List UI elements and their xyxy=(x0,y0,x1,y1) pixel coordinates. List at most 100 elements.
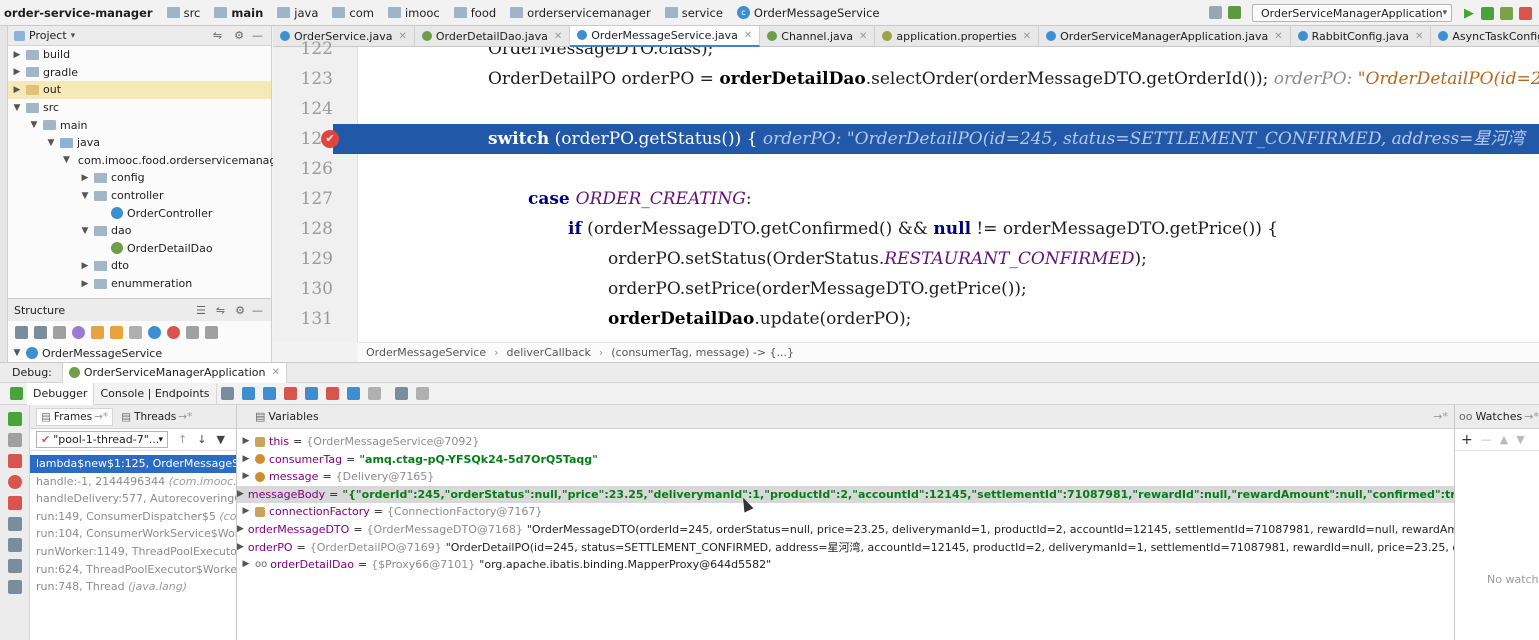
sort-alpha-icon[interactable] xyxy=(15,325,28,339)
drop-frame-icon[interactable] xyxy=(325,387,339,400)
expand-icon[interactable]: ⇋ xyxy=(216,304,225,317)
left-tool-window-strip[interactable] xyxy=(0,26,8,364)
variable-row[interactable]: ▶ orderMessageDTO = {OrderMessageDTO@7168} "… xyxy=(237,521,1454,539)
stack-frame[interactable]: lambda$new$1:125, OrderMessageService xyxy=(30,455,236,473)
show-fields-icon[interactable] xyxy=(91,325,104,339)
minimize-icon[interactable]: — xyxy=(252,304,263,317)
chevron-right-icon[interactable]: ▶ xyxy=(12,50,22,60)
chevron-down-icon[interactable]: ▾ xyxy=(71,31,76,41)
stop-icon[interactable] xyxy=(1519,7,1532,20)
threads-tab[interactable]: ▤ Threads →* xyxy=(117,408,196,426)
editor-tab[interactable]: AsyncTaskConfig.java✕ xyxy=(1431,26,1539,47)
tab-console-endpoints[interactable]: Console | Endpoints xyxy=(94,382,217,405)
stack-frame[interactable]: handle:-1, 2144496344 (com.imooc.food. xyxy=(30,473,236,491)
arrow-down-icon[interactable]: ↓ xyxy=(197,433,206,446)
minimize-icon[interactable]: — xyxy=(252,29,263,42)
breadcrumb-item[interactable]: orderservicemanager xyxy=(506,0,655,26)
filter-icon[interactable] xyxy=(129,325,142,339)
close-icon[interactable]: ✕ xyxy=(554,31,562,42)
chevron-right-icon[interactable]: ▶ xyxy=(237,433,255,451)
variable-row[interactable]: ▶ oo orderDetailDao = {$Proxy66@7101} "org.ap… xyxy=(237,556,1454,574)
chevron-down-icon[interactable]: ▼ xyxy=(80,191,90,201)
chevron-down-icon[interactable]: ▼ xyxy=(12,103,22,113)
code-breadcrumb-item[interactable]: OrderMessageService xyxy=(366,346,486,359)
run-icon[interactable]: ▶ xyxy=(1464,6,1474,21)
editor-tab[interactable]: OrderServiceManagerApplication.java ✕ xyxy=(1039,25,1291,47)
chevron-down-icon[interactable]: ▼ xyxy=(80,226,90,236)
expand-all-icon[interactable] xyxy=(186,325,199,339)
stack-frame[interactable]: handleDelivery:577, AutorecoveringChann xyxy=(30,490,236,508)
project-panel-title[interactable]: Project xyxy=(29,29,67,42)
code-line[interactable]: orderPO.setStatus(OrderStatus.RESTAURANT… xyxy=(358,244,1539,274)
close-icon[interactable]: ✕ xyxy=(1274,31,1282,42)
tree-item[interactable]: OrderController xyxy=(8,204,271,222)
chevron-right-icon[interactable]: ▶ xyxy=(237,521,244,539)
chevron-down-icon[interactable]: ▼ xyxy=(46,138,56,148)
chevron-right-icon[interactable]: ▶ xyxy=(237,556,255,574)
sort-icon[interactable]: ☰ xyxy=(196,304,206,317)
restore-layout-icon[interactable] xyxy=(415,387,429,400)
gear-icon[interactable] xyxy=(7,559,22,573)
gear-icon[interactable]: ⚙ xyxy=(234,29,244,42)
restore-icon[interactable] xyxy=(7,538,22,552)
build-hammer-icon[interactable] xyxy=(1228,6,1241,19)
code-breadcrumb-item[interactable]: deliverCallback xyxy=(507,346,591,359)
stack-frame[interactable]: runWorker:1149, ThreadPoolExecutor (ja xyxy=(30,543,236,561)
run-to-cursor-icon[interactable] xyxy=(346,387,360,400)
breadcrumb-item[interactable]: order-service-manager xyxy=(0,0,157,26)
arrow-down-icon[interactable]: ▼ xyxy=(1516,433,1524,446)
tree-item[interactable]: ▶ config xyxy=(8,169,271,187)
breakpoint-icon[interactable]: ✔ xyxy=(321,130,339,148)
tree-item[interactable]: ▶ build xyxy=(8,46,271,64)
close-icon[interactable]: ✕ xyxy=(271,367,279,378)
thread-dropdown[interactable]: ✔ "pool-1-thread-7"... ▾ xyxy=(36,431,168,448)
code-breadcrumb-item[interactable]: (consumerTag, message) -> {...} xyxy=(611,346,794,359)
show-properties-icon[interactable] xyxy=(72,325,85,339)
code-line[interactable]: case ORDER_CREATING: xyxy=(358,184,1539,214)
tree-item[interactable]: ▶ out xyxy=(8,81,271,99)
gear-icon[interactable]: ⚙ xyxy=(235,304,245,317)
tree-item[interactable]: ▼ src xyxy=(8,99,271,117)
editor-tab[interactable]: Channel.java ✕ xyxy=(760,25,876,47)
chevron-right-icon[interactable]: ▶ xyxy=(237,503,255,521)
show-non-public-icon[interactable] xyxy=(110,325,123,339)
tab-debugger[interactable]: Debugger xyxy=(27,382,95,405)
editor-tab[interactable]: application.properties ✕ xyxy=(875,25,1040,47)
breadcrumb-item[interactable]: c OrderMessageService xyxy=(733,0,884,26)
chevron-down-icon[interactable]: ▼ xyxy=(29,120,39,130)
breadcrumb-item[interactable]: service xyxy=(661,0,727,26)
debug-icon[interactable] xyxy=(1481,7,1494,20)
tree-item[interactable]: ▼ dao xyxy=(8,222,271,240)
collapse-all-icon[interactable]: ⇋ xyxy=(213,29,222,42)
code-line[interactable]: OrderMessageDTO.class); xyxy=(358,47,1539,64)
tree-item[interactable]: ▼ java xyxy=(8,134,271,152)
stop-icon[interactable] xyxy=(7,454,22,468)
breadcrumb-item[interactable]: food xyxy=(450,0,500,26)
code-line[interactable] xyxy=(358,94,1539,124)
force-step-into-icon[interactable] xyxy=(283,387,297,400)
stack-frame[interactable]: run:104, ConsumerWorkService$WorkPo xyxy=(30,525,236,543)
code-line[interactable] xyxy=(358,154,1539,184)
code-line[interactable]: if (orderMessageDTO.getConfirmed() && nu… xyxy=(358,214,1539,244)
evaluate-expression-icon[interactable] xyxy=(367,387,381,400)
view-breakpoints-icon[interactable] xyxy=(7,475,22,489)
pin-arrow-icon[interactable]: →* xyxy=(1433,410,1448,423)
chevron-right-icon[interactable]: ▶ xyxy=(237,486,244,504)
chevron-right-icon[interactable]: ▶ xyxy=(237,468,255,486)
editor-tab[interactable]: OrderDetailDao.java ✕ xyxy=(415,25,571,47)
stack-frame[interactable]: run:748, Thread (java.lang) xyxy=(30,578,236,596)
variable-row[interactable]: ▶ message = {Delivery@7165} xyxy=(237,468,1454,486)
step-out-icon[interactable] xyxy=(304,387,318,400)
close-icon[interactable]: ✕ xyxy=(1415,31,1423,42)
editor-tab[interactable]: RabbitConfig.java ✕ xyxy=(1291,25,1432,47)
chevron-right-icon[interactable]: ▶ xyxy=(12,67,22,77)
layout-icon[interactable] xyxy=(394,387,408,400)
close-icon[interactable]: ✕ xyxy=(1023,31,1031,42)
rerun-icon[interactable] xyxy=(10,387,23,400)
sort-visibility-icon[interactable] xyxy=(34,325,47,339)
chevron-right-icon[interactable]: ▶ xyxy=(237,451,255,469)
code-line[interactable]: orderPO.setPrice(orderMessageDTO.getPric… xyxy=(358,274,1539,304)
close-icon[interactable]: ✕ xyxy=(744,30,752,41)
show-anonymous-icon[interactable] xyxy=(167,325,180,339)
code-line[interactable]: orderDetailDao.update(orderPO); xyxy=(358,304,1539,334)
